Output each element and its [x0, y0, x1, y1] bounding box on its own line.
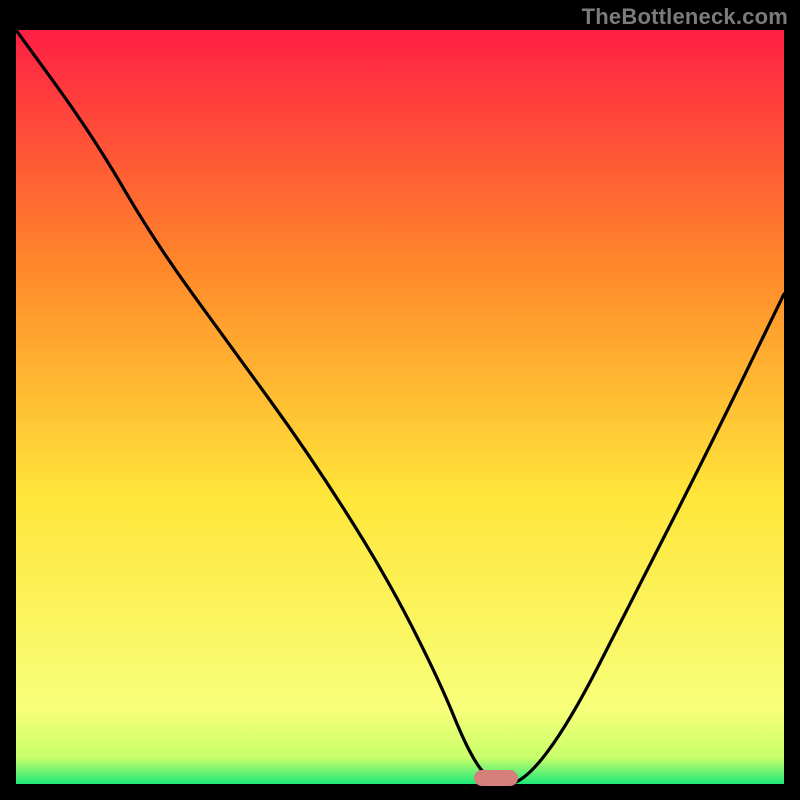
chart-svg	[16, 30, 784, 784]
watermark-label: TheBottleneck.com	[582, 4, 788, 30]
gradient-background	[16, 30, 784, 784]
optimum-marker	[474, 770, 518, 786]
chart-frame: TheBottleneck.com	[0, 0, 800, 800]
plot-area	[16, 30, 784, 784]
